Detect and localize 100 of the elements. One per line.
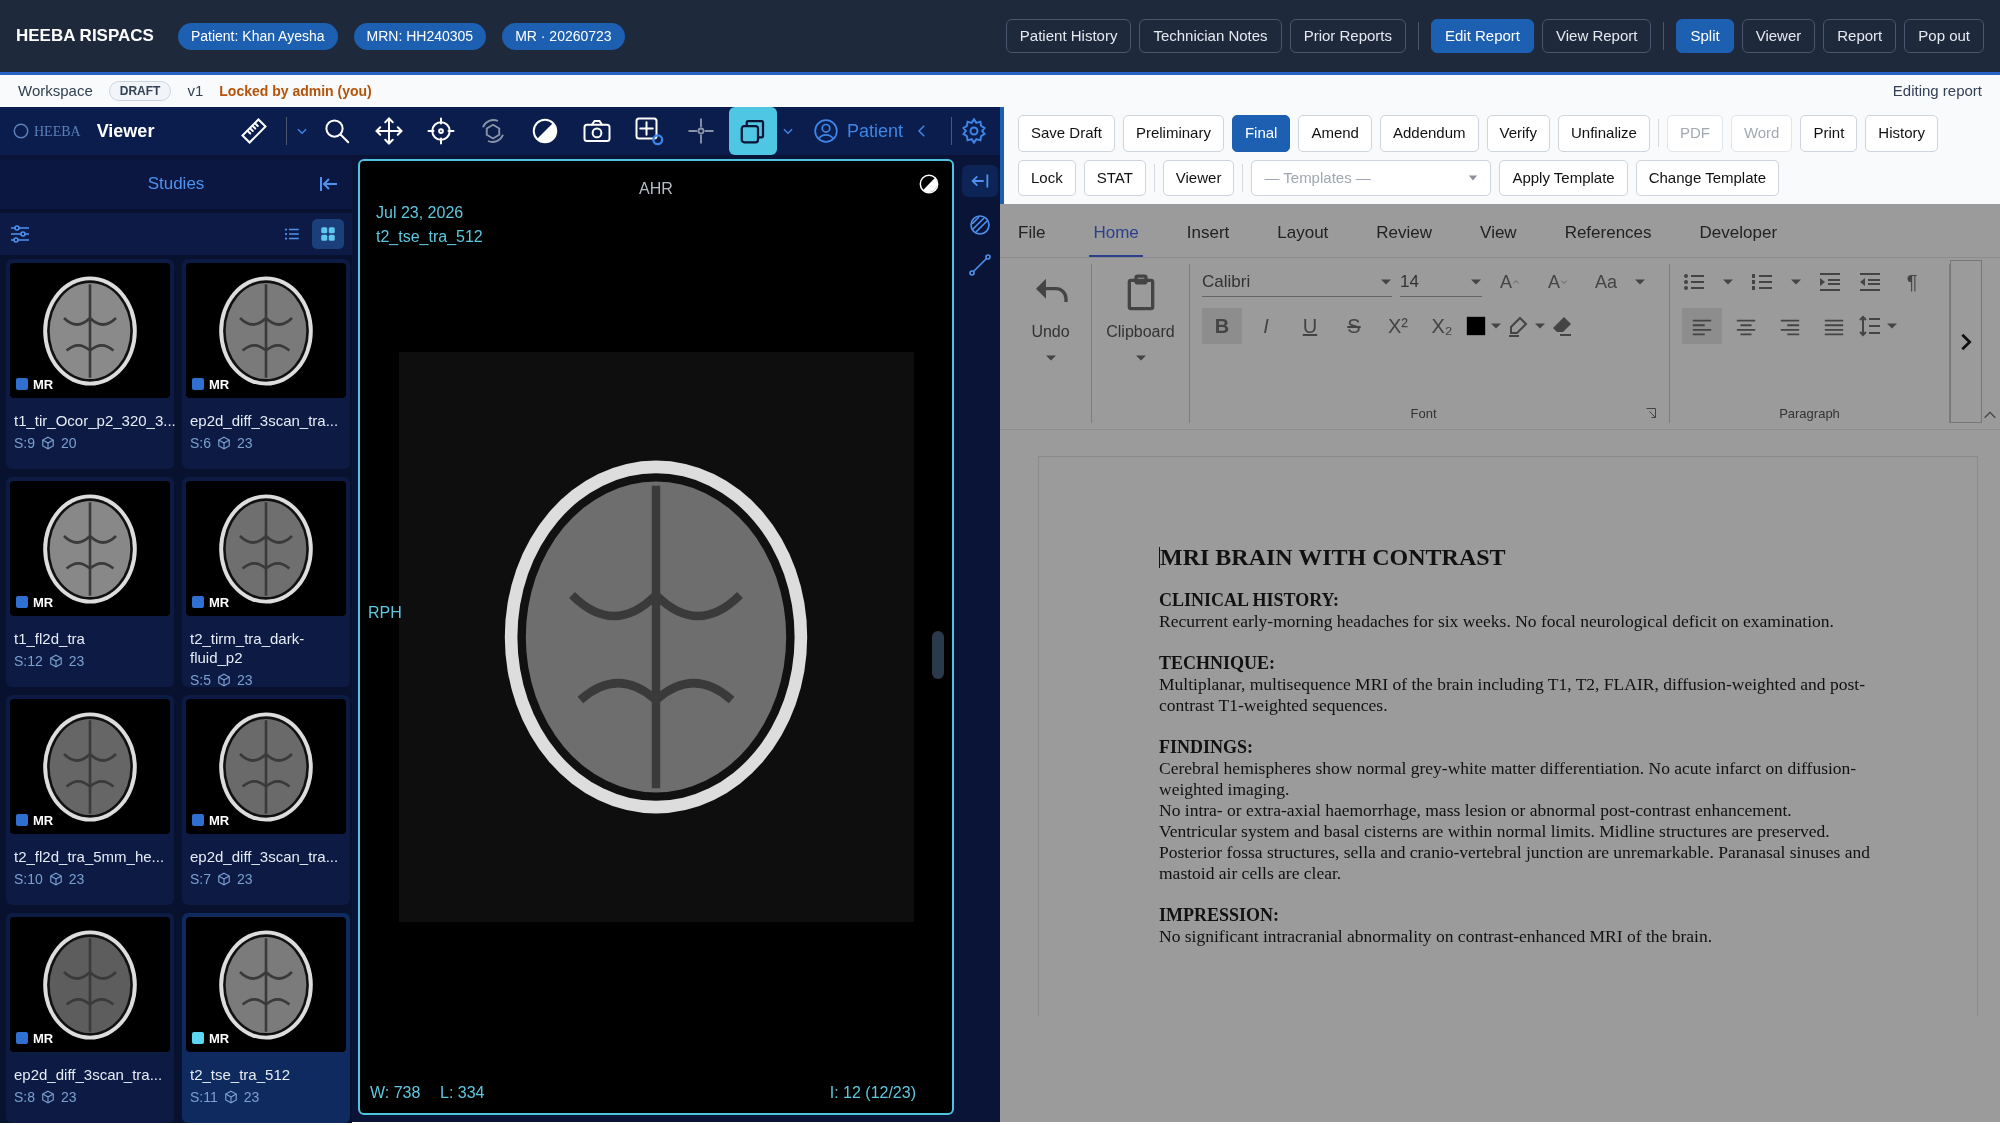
undo-label: Undo bbox=[1031, 322, 1070, 342]
font-tool-button[interactable]: A bbox=[1538, 264, 1578, 300]
grid-view-icon bbox=[319, 225, 337, 243]
indent-icon[interactable] bbox=[1818, 270, 1842, 294]
action-button[interactable]: Print bbox=[1800, 115, 1858, 152]
header-button[interactable]: Prior Reports bbox=[1289, 18, 1406, 54]
cube-icon bbox=[223, 1090, 238, 1105]
alignment-button[interactable] bbox=[1682, 308, 1722, 344]
hatched-circle-icon[interactable] bbox=[968, 213, 992, 237]
header-button[interactable]: Edit Report bbox=[1431, 18, 1535, 54]
ribbon-tab[interactable]: Layout bbox=[1273, 209, 1333, 257]
image-index: I: 12 (12/23) bbox=[829, 1083, 916, 1103]
ribbon-tab[interactable]: Review bbox=[1372, 209, 1437, 257]
action-button[interactable]: STAT bbox=[1083, 159, 1146, 196]
ribbon-tab[interactable]: View bbox=[1476, 209, 1521, 257]
series-card[interactable]: MR t2_tse_tra_512 S:11 23 bbox=[182, 913, 350, 1123]
modality-label: MR bbox=[209, 1029, 230, 1048]
series-card[interactable]: MR t2_fl2d_tra_5mm_he... S:10 23 bbox=[6, 695, 174, 905]
cube-icon bbox=[217, 436, 231, 451]
font-size-select[interactable]: 14 bbox=[1400, 266, 1482, 298]
series-number: S:12 bbox=[14, 651, 43, 671]
format-button[interactable]: S bbox=[1334, 308, 1374, 344]
info-pill: MRN: HH240305 bbox=[353, 22, 487, 50]
section-heading: FINDINGS: bbox=[1159, 737, 1254, 758]
scroll-handle[interactable] bbox=[932, 631, 944, 679]
ribbon-tab[interactable]: References bbox=[1560, 209, 1656, 257]
series-name: ep2d_diff_3scan_tra... bbox=[13, 1065, 164, 1085]
dialog-launcher-icon[interactable] bbox=[1645, 407, 1657, 420]
settings-icon[interactable] bbox=[960, 117, 988, 145]
font-tool-button[interactable]: A bbox=[1490, 264, 1530, 300]
series-card[interactable]: MR ep2d_diff_3scan_tra... S:7 23 bbox=[182, 695, 350, 905]
filter-sliders-icon[interactable] bbox=[8, 222, 32, 246]
action-button[interactable]: Lock bbox=[1018, 159, 1076, 196]
series-name: t1_tir_Ocor_p2_320_3... bbox=[13, 411, 174, 431]
series-name: t2_fl2d_tra_5mm_he... bbox=[13, 847, 166, 867]
action-button[interactable]: Viewer bbox=[1162, 159, 1235, 196]
tool-button[interactable] bbox=[728, 107, 777, 155]
mode-label: Editing report bbox=[1892, 80, 1982, 101]
series-number: S:7 bbox=[190, 869, 211, 889]
header-button[interactable]: Pop out bbox=[1904, 18, 1984, 54]
action-button[interactable]: Change Template bbox=[1635, 159, 1779, 196]
line-tool-icon[interactable] bbox=[968, 253, 992, 277]
action-button[interactable]: Apply Template bbox=[1499, 159, 1628, 196]
header-button[interactable]: Technician Notes bbox=[1139, 18, 1282, 54]
series-number: S:11 bbox=[190, 1087, 218, 1107]
ribbon-tab[interactable]: File bbox=[1014, 209, 1050, 257]
view-toggle[interactable] bbox=[312, 219, 344, 249]
clipboard-label: Clipboard bbox=[1106, 322, 1175, 342]
header-button[interactable]: Split bbox=[1676, 18, 1734, 54]
format-button[interactable]: U bbox=[1290, 308, 1330, 344]
series-name: t2_tirm_tra_dark-fluid_p2 bbox=[189, 629, 306, 668]
level-value: L: 334 bbox=[440, 1083, 485, 1103]
line-spacing-icon[interactable] bbox=[1858, 314, 1882, 338]
section-heading: IMPRESSION: bbox=[1159, 905, 1280, 926]
series-card[interactable]: MR ep2d_diff_3scan_tra... S:8 23 bbox=[6, 913, 174, 1123]
group-label: Paragraph bbox=[1779, 404, 1840, 423]
action-button[interactable]: History bbox=[1865, 115, 1938, 152]
report-text: Ventricular system and basal cisterns are within normal limits. Midline structures are preserved. bbox=[1159, 821, 1831, 842]
action-button[interactable]: Verify bbox=[1486, 115, 1550, 152]
modality-label: MR bbox=[209, 811, 230, 830]
group-label: Font bbox=[1410, 404, 1437, 423]
header-button[interactable]: Viewer bbox=[1741, 18, 1816, 54]
action-button[interactable]: Addendum bbox=[1379, 115, 1479, 152]
cube-icon bbox=[217, 673, 231, 687]
series-name: t1_fl2d_tra bbox=[13, 629, 86, 649]
person-icon bbox=[812, 118, 839, 144]
section-heading: TECHNIQUE: bbox=[1159, 653, 1276, 674]
ribbon-tab[interactable]: Developer bbox=[1695, 209, 1782, 257]
format-button[interactable]: I bbox=[1246, 308, 1286, 344]
action-button[interactable]: Amend bbox=[1298, 115, 1372, 152]
text-color-swatch[interactable] bbox=[1466, 316, 1486, 336]
series-card[interactable]: MR ep2d_diff_3scan_tra... S:6 23 bbox=[182, 259, 350, 469]
collapse-button[interactable] bbox=[962, 165, 998, 197]
patient-button[interactable]: Patient bbox=[806, 116, 909, 146]
header-button[interactable]: Report bbox=[1823, 18, 1897, 54]
ribbon-tab[interactable]: Insert bbox=[1182, 209, 1234, 257]
series-card[interactable]: MR t1_fl2d_tra S:12 23 bbox=[6, 477, 174, 687]
pilcrow-button[interactable]: ¶ bbox=[1898, 264, 1926, 300]
highlighter-icon[interactable] bbox=[1506, 314, 1530, 338]
outdent-icon[interactable] bbox=[1858, 270, 1882, 294]
report-text: Cerebral hemispheres show normal grey-white matter differentiation. No acute infarct on diffusion-weighted imaging. bbox=[1159, 758, 1858, 800]
action-button[interactable]: Final bbox=[1231, 115, 1291, 152]
series-card[interactable]: MR t2_tirm_tra_dark-fluid_p2 S:5 23 bbox=[182, 477, 350, 687]
action-button[interactable]: Unfinalize bbox=[1558, 115, 1650, 152]
series-card[interactable]: MR t1_tir_Ocor_p2_320_3... S:9 20 bbox=[6, 259, 174, 469]
cube-icon bbox=[48, 654, 63, 669]
action-button[interactable]: Save Draft bbox=[1018, 115, 1115, 152]
format-button[interactable]: X² bbox=[1378, 308, 1418, 344]
header-button[interactable]: View Report bbox=[1542, 18, 1652, 54]
font-name-select[interactable]: Calibri bbox=[1202, 266, 1392, 298]
report-text: Recurrent early-morning headaches for six weeks. No focal neurological deficit on examination. bbox=[1159, 611, 1835, 632]
series-number: S:5 bbox=[190, 670, 211, 690]
series-name: ep2d_diff_3scan_tra... bbox=[189, 847, 340, 867]
series-name: ep2d_diff_3scan_tra... bbox=[189, 411, 340, 431]
contrast-icon[interactable] bbox=[918, 173, 940, 195]
header-button[interactable]: Patient History bbox=[1005, 18, 1132, 54]
viewer-title: Viewer bbox=[96, 119, 155, 143]
action-button[interactable]: Preliminary bbox=[1122, 115, 1224, 152]
font-tool-button[interactable]: Aa bbox=[1586, 264, 1626, 300]
format-button[interactable]: X₂ bbox=[1422, 308, 1462, 344]
